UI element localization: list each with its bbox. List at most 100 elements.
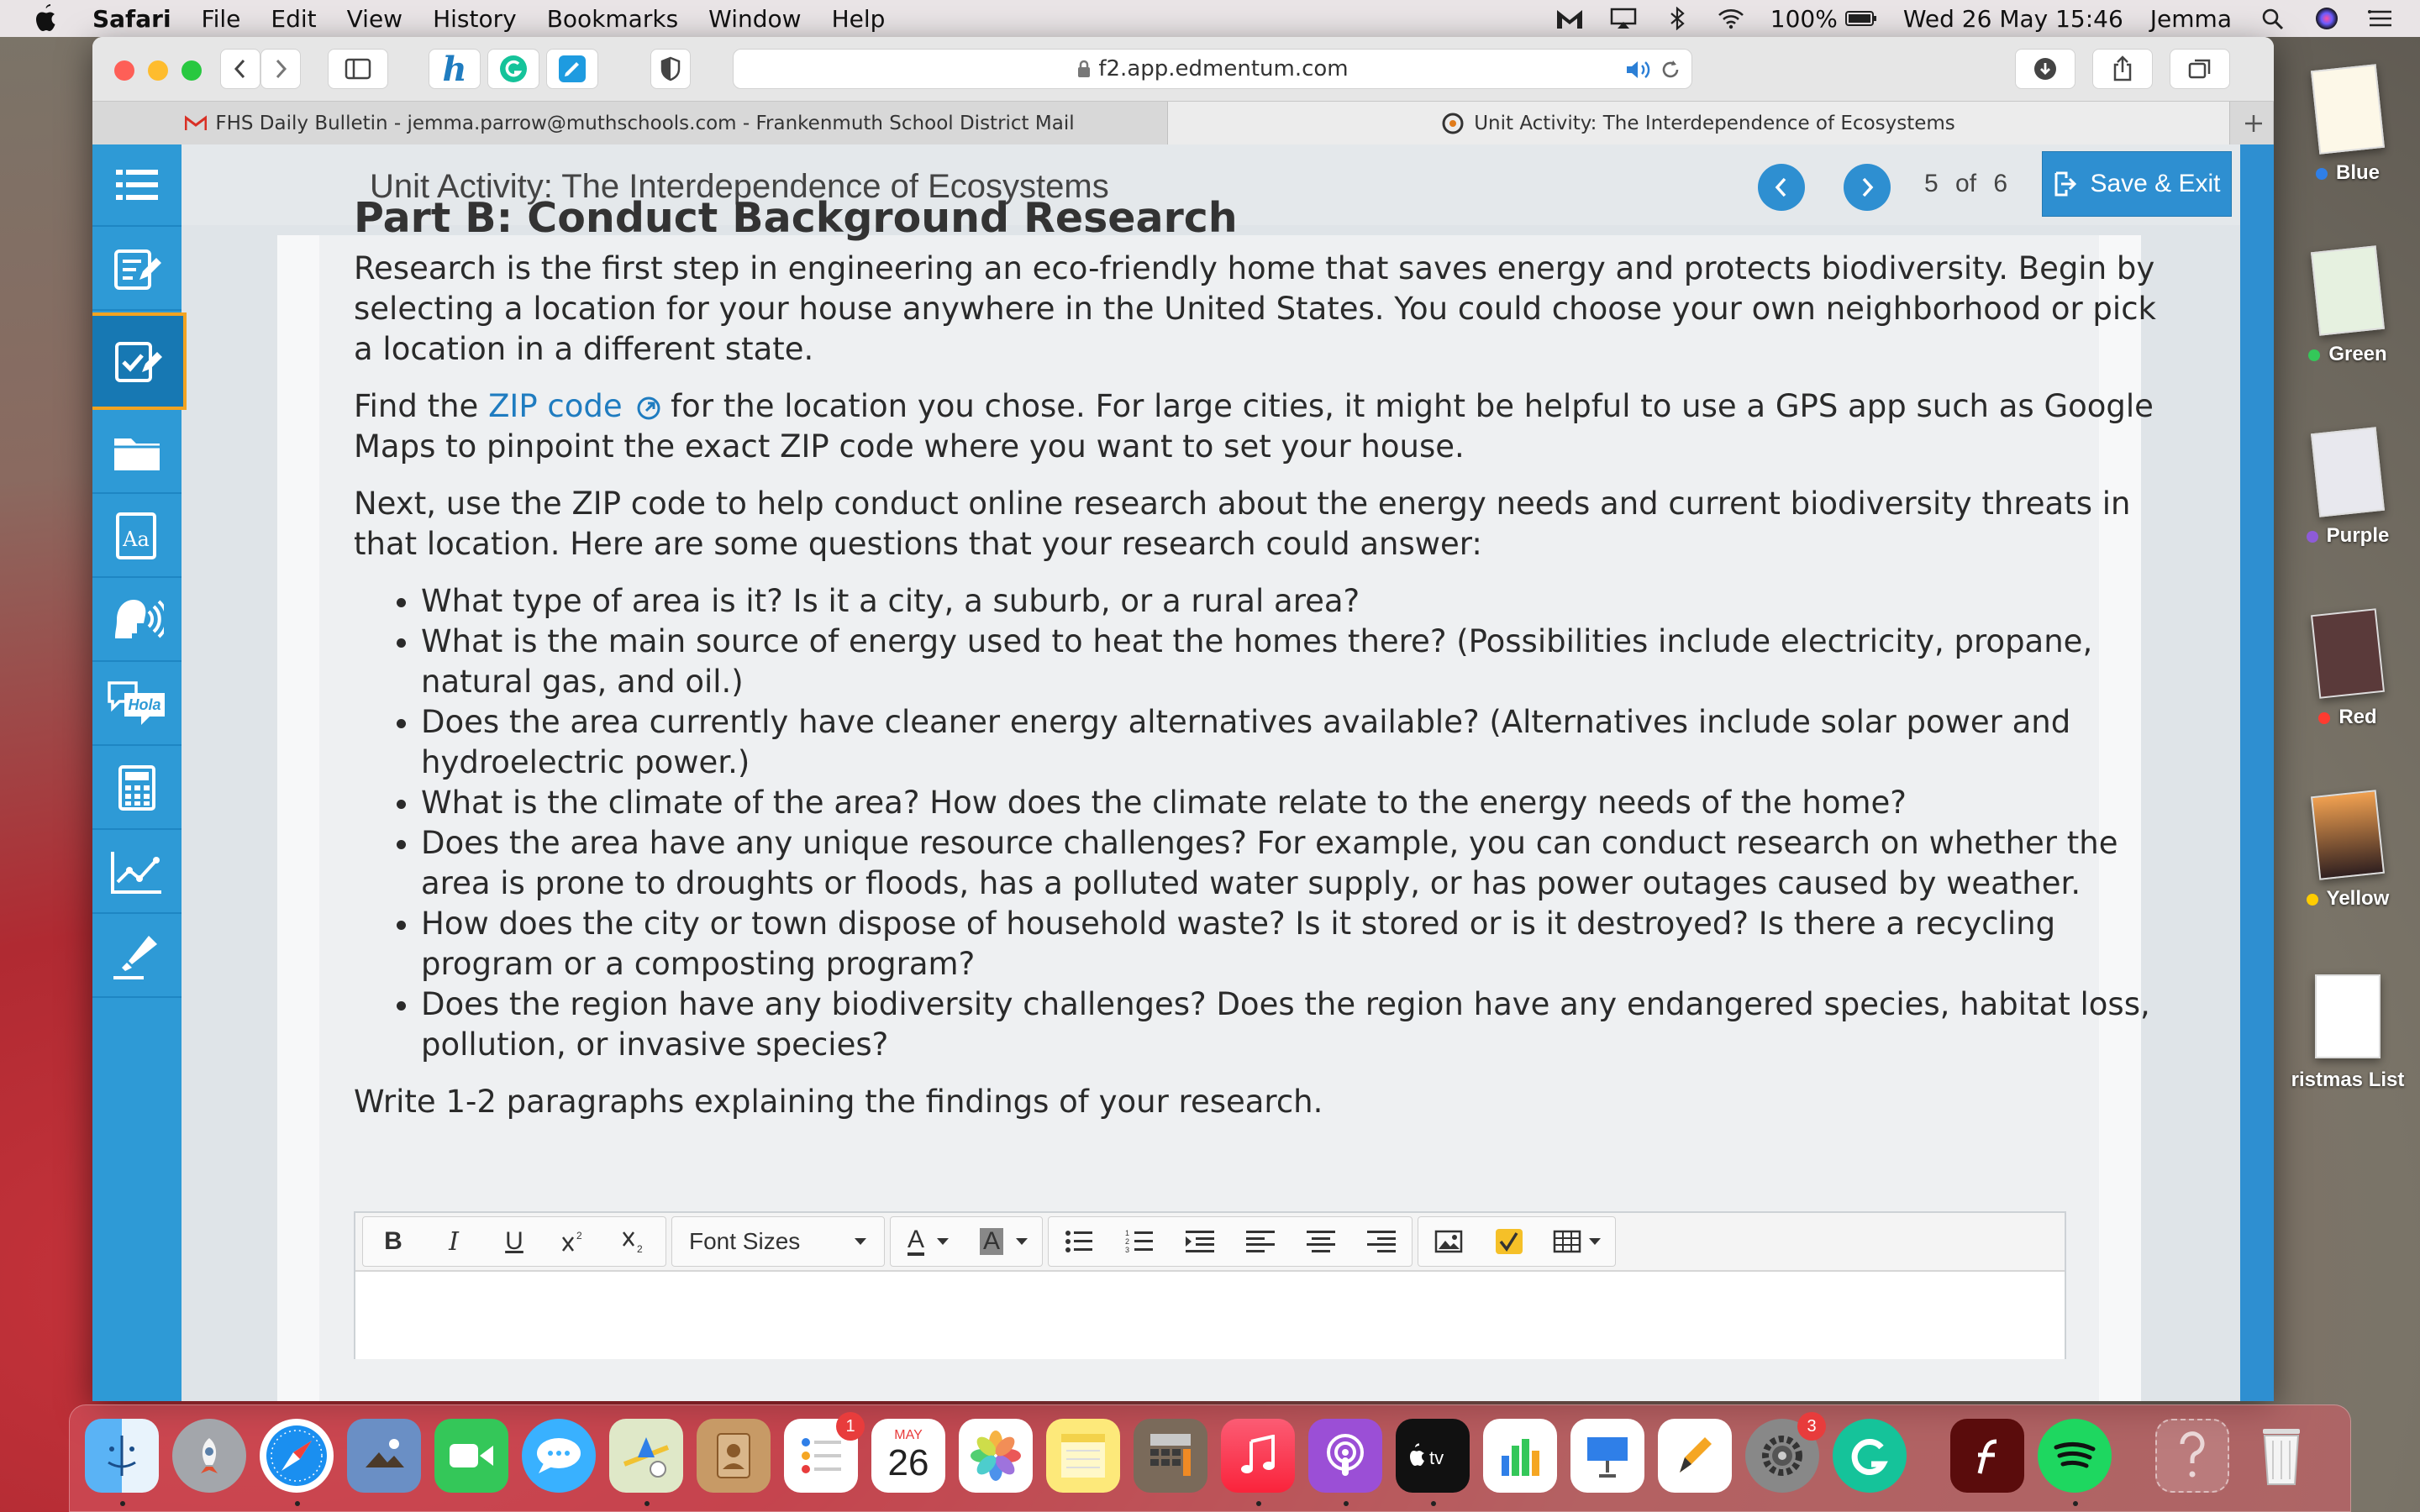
menu-app-name[interactable]: Safari bbox=[92, 5, 171, 33]
menu-bookmarks[interactable]: Bookmarks bbox=[547, 5, 678, 33]
address-bar[interactable]: f2.app.edmentum.com bbox=[733, 49, 1692, 89]
insert-image-button[interactable] bbox=[1418, 1218, 1479, 1265]
desktop-item-red[interactable]: Red bbox=[2275, 608, 2420, 729]
desktop-item-blue[interactable]: Blue bbox=[2275, 64, 2420, 185]
mail-m-icon[interactable] bbox=[1555, 7, 1584, 30]
dock-spotify-icon[interactable] bbox=[2038, 1419, 2112, 1493]
dock-unknown-app-icon[interactable] bbox=[2155, 1419, 2229, 1493]
menu-file[interactable]: File bbox=[202, 5, 241, 33]
dock-contacts-icon[interactable] bbox=[697, 1419, 771, 1493]
background-color-button[interactable]: A bbox=[966, 1218, 1042, 1265]
siri-icon[interactable] bbox=[2312, 7, 2341, 30]
bullet-list-button[interactable] bbox=[1049, 1218, 1109, 1265]
menu-history[interactable]: History bbox=[433, 5, 517, 33]
menu-edit[interactable]: Edit bbox=[271, 5, 316, 33]
dock-finder-icon[interactable] bbox=[85, 1419, 159, 1493]
dock-calculator-icon[interactable] bbox=[1134, 1419, 1207, 1493]
dock-grammarly-icon[interactable] bbox=[1833, 1419, 1907, 1493]
nav-highlighter[interactable] bbox=[92, 916, 182, 998]
apple-icon[interactable] bbox=[34, 4, 59, 33]
spotlight-search-icon[interactable] bbox=[2259, 7, 2287, 30]
desktop-item-purple[interactable]: Purple bbox=[2275, 427, 2420, 548]
dock-music-icon[interactable] bbox=[1221, 1419, 1295, 1493]
dock-maps-icon[interactable] bbox=[609, 1419, 683, 1493]
tab-mail[interactable]: FHS Daily Bulletin - jemma.parrow@muthsc… bbox=[92, 102, 1168, 145]
dock-flash-icon[interactable] bbox=[1950, 1419, 2024, 1493]
downloads-button[interactable] bbox=[2015, 49, 2075, 89]
italic-button[interactable]: I bbox=[424, 1218, 484, 1265]
nav-translate[interactable]: Hola bbox=[92, 664, 182, 746]
desktop-item-yellow[interactable]: Yellow bbox=[2275, 790, 2420, 911]
airplay-icon[interactable] bbox=[1609, 7, 1638, 30]
dock-safari-icon[interactable] bbox=[260, 1419, 334, 1493]
dock-preview-icon[interactable] bbox=[347, 1419, 421, 1493]
tab-unit-activity[interactable]: Unit Activity: The Interdependence of Ec… bbox=[1168, 102, 2230, 145]
flash-f-icon bbox=[1977, 1439, 1997, 1474]
dock-system-preferences-icon[interactable]: 3 bbox=[1745, 1412, 1826, 1493]
dock-numbers-icon[interactable] bbox=[1483, 1419, 1557, 1493]
dock-trash-icon[interactable] bbox=[2244, 1419, 2318, 1493]
numbered-list-button[interactable]: 123 bbox=[1109, 1218, 1170, 1265]
dock-photos-icon[interactable] bbox=[959, 1419, 1033, 1493]
dock-reminders-icon[interactable]: 1 bbox=[784, 1412, 865, 1493]
align-left-button[interactable] bbox=[1230, 1218, 1291, 1265]
menu-help[interactable]: Help bbox=[832, 5, 886, 33]
insert-table-button[interactable] bbox=[1539, 1218, 1615, 1265]
align-right-button[interactable] bbox=[1351, 1218, 1412, 1265]
text-color-button[interactable]: A bbox=[891, 1218, 966, 1265]
font-sizes-dropdown[interactable]: Font Sizes bbox=[671, 1216, 885, 1267]
wifi-icon[interactable] bbox=[1717, 7, 1745, 30]
zip-code-link[interactable]: ZIP code bbox=[488, 388, 671, 424]
audio-playing-icon[interactable] bbox=[1624, 59, 1653, 81]
svg-text:Aa: Aa bbox=[122, 528, 150, 551]
close-window-button[interactable] bbox=[114, 60, 134, 81]
share-button[interactable] bbox=[2092, 49, 2153, 89]
nav-text-to-speech[interactable] bbox=[92, 580, 182, 662]
dock-tv-icon[interactable]: tv bbox=[1396, 1419, 1470, 1493]
superscript-button[interactable]: 2 bbox=[544, 1218, 605, 1265]
nav-dictionary[interactable]: Aa bbox=[92, 496, 182, 578]
desktop-item-green[interactable]: Green bbox=[2275, 245, 2420, 366]
editor-text-area[interactable] bbox=[355, 1273, 2065, 1359]
dock-calendar-icon[interactable]: MAY 26 bbox=[871, 1419, 945, 1493]
nav-calculator[interactable] bbox=[92, 748, 182, 830]
zoom-window-button[interactable] bbox=[182, 60, 202, 81]
dock-facetime-icon[interactable] bbox=[434, 1419, 508, 1493]
privacy-report-button[interactable] bbox=[650, 49, 691, 89]
dock-keynote-icon[interactable] bbox=[1570, 1419, 1644, 1493]
annotation-extension-button[interactable] bbox=[546, 49, 598, 89]
nav-graphing[interactable] bbox=[92, 832, 182, 914]
dock-pages-icon[interactable] bbox=[1658, 1419, 1732, 1493]
menu-window[interactable]: Window bbox=[708, 5, 801, 33]
bold-button[interactable]: B bbox=[363, 1218, 424, 1265]
indent-button[interactable] bbox=[1170, 1218, 1230, 1265]
control-center-icon[interactable] bbox=[2366, 7, 2395, 30]
sidebar-toggle-button[interactable] bbox=[328, 49, 388, 89]
forward-button[interactable] bbox=[260, 49, 301, 89]
dock-launchpad-icon[interactable] bbox=[172, 1419, 246, 1493]
bluetooth-icon[interactable] bbox=[1663, 7, 1691, 30]
clock[interactable]: Wed 26 May 15:46 bbox=[1903, 5, 2123, 33]
user-name[interactable]: Jemma bbox=[2150, 5, 2232, 33]
insert-equation-button[interactable] bbox=[1479, 1218, 1539, 1265]
grammarly-extension-button[interactable] bbox=[487, 49, 539, 89]
honey-extension-button[interactable]: h bbox=[429, 49, 481, 89]
dock-podcasts-icon[interactable] bbox=[1308, 1419, 1382, 1493]
nav-activity-current[interactable] bbox=[92, 312, 187, 410]
dock-messages-icon[interactable] bbox=[522, 1419, 596, 1493]
desktop-item-christmas-list[interactable]: ristmas List bbox=[2275, 974, 2420, 1092]
battery-icon[interactable] bbox=[1844, 7, 1878, 30]
back-button[interactable] bbox=[220, 49, 260, 89]
reload-icon[interactable] bbox=[1660, 59, 1681, 81]
nav-table-of-contents[interactable] bbox=[92, 144, 182, 227]
nav-notes[interactable] bbox=[92, 228, 182, 311]
dock-notes-icon[interactable] bbox=[1046, 1419, 1120, 1493]
subscript-button[interactable]: 2 bbox=[605, 1218, 666, 1265]
nav-files[interactable] bbox=[92, 412, 182, 494]
minimize-window-button[interactable] bbox=[148, 60, 168, 81]
underline-button[interactable]: U bbox=[484, 1218, 544, 1265]
menu-view[interactable]: View bbox=[347, 5, 402, 33]
tab-overview-button[interactable] bbox=[2170, 49, 2230, 89]
align-center-button[interactable] bbox=[1291, 1218, 1351, 1265]
new-tab-button[interactable] bbox=[2233, 102, 2274, 145]
